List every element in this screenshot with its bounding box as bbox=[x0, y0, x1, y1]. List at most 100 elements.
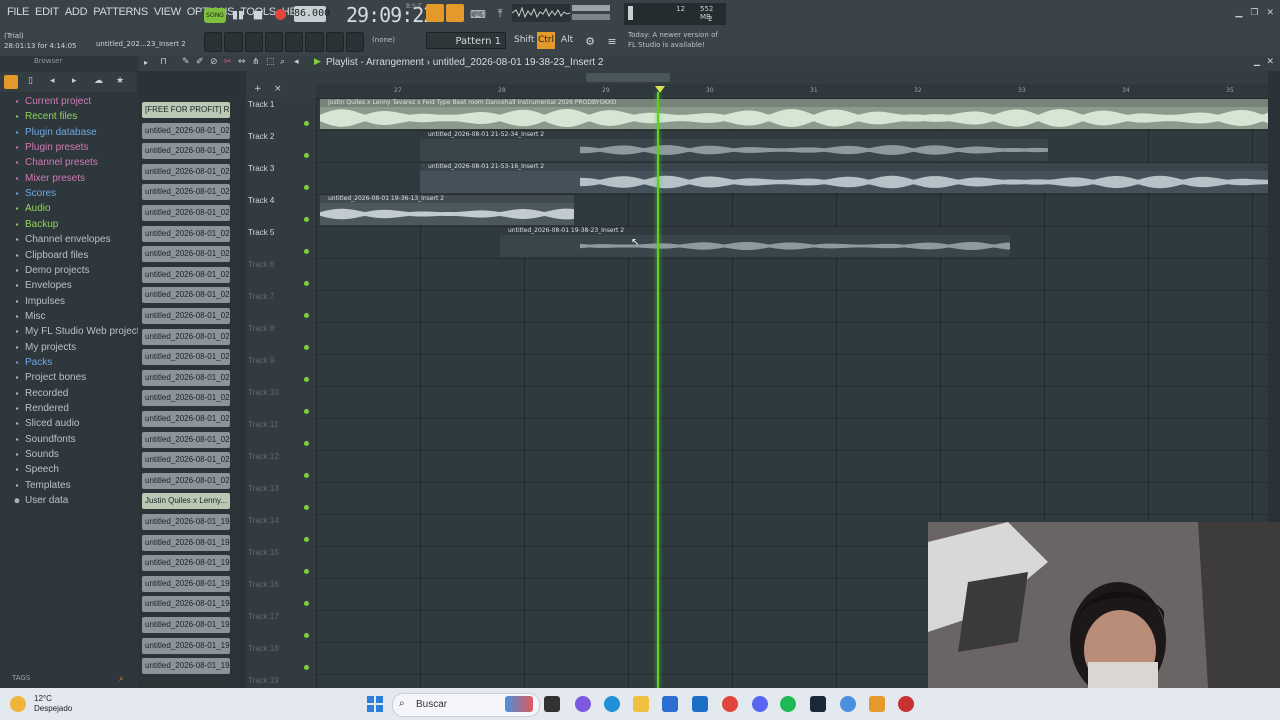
store-icon[interactable] bbox=[662, 696, 678, 712]
countdown-button[interactable] bbox=[446, 4, 464, 22]
channel-button[interactable]: untitled_2026-08-01_19-... bbox=[142, 514, 230, 530]
channel-button[interactable]: untitled_2026-08-01_19-... bbox=[142, 555, 230, 572]
add-track-icon[interactable]: + bbox=[254, 84, 262, 94]
select-tool-icon[interactable]: ⬚ bbox=[266, 57, 275, 67]
playlist-menu-icon[interactable]: ▸ bbox=[144, 58, 148, 67]
playlist-minimize-icon[interactable]: ▁ bbox=[1254, 57, 1260, 66]
outlook-icon[interactable] bbox=[692, 696, 708, 712]
browser-item[interactable]: ▪ Channel presets bbox=[12, 157, 98, 168]
browser-item[interactable]: ▪ Impulses bbox=[12, 296, 65, 307]
playlist-close-icon[interactable]: ✕ bbox=[1266, 57, 1274, 67]
channel-button[interactable]: [FREE FOR PROFIT] R... bbox=[142, 102, 230, 118]
discord-icon[interactable] bbox=[752, 696, 768, 712]
browser-item[interactable]: ▪ Plugin database bbox=[12, 127, 97, 138]
tempo-display[interactable]: 86.000 bbox=[294, 6, 330, 22]
back-icon[interactable]: ◂ bbox=[50, 76, 55, 86]
track-mute-led[interactable] bbox=[304, 633, 309, 638]
channel-button[interactable]: untitled_2026-08-01_02-... bbox=[142, 328, 230, 345]
close-x-icon[interactable]: × bbox=[274, 84, 282, 94]
overview-scroll-handle[interactable] bbox=[586, 73, 670, 82]
track-mute-led[interactable] bbox=[304, 217, 309, 222]
steam-icon[interactable] bbox=[810, 696, 826, 712]
news-panel[interactable]: Today: A newer version of FL Studio is a… bbox=[628, 30, 718, 50]
track-mute-led[interactable] bbox=[304, 377, 309, 382]
chrome-icon[interactable] bbox=[722, 696, 738, 712]
channel-button[interactable]: untitled_2026-08-01_19-... bbox=[142, 617, 230, 633]
track-mute-led[interactable] bbox=[304, 409, 309, 414]
browser-item[interactable]: ▪ Templates bbox=[12, 480, 71, 491]
track-mute-led[interactable] bbox=[304, 121, 309, 126]
browser-menu-icon[interactable] bbox=[4, 75, 18, 89]
settings-icon[interactable]: ⚙ bbox=[580, 32, 600, 50]
channel-button[interactable]: untitled_2026-08-01_19-... bbox=[142, 575, 230, 592]
track-mute-led[interactable] bbox=[304, 153, 309, 158]
channel-button[interactable]: untitled_2026-08-01_19-... bbox=[142, 534, 230, 551]
overview-bar[interactable] bbox=[246, 71, 1268, 84]
audio-clip[interactable]: untitled_2026-08-01 19-36-13_Insert 2 bbox=[320, 195, 574, 225]
track-name[interactable]: Track 3 bbox=[248, 164, 274, 173]
channel-button[interactable]: untitled_2026-08-01_02-... bbox=[142, 472, 230, 489]
task-view-icon[interactable] bbox=[544, 696, 560, 712]
minimize-icon[interactable]: ▁ bbox=[1235, 8, 1242, 18]
browser-item[interactable]: ▪ Mixer presets bbox=[12, 173, 85, 184]
channel-button[interactable]: Justin Quiles x Lenny... bbox=[142, 493, 230, 510]
audio-clip[interactable]: untitled_2026-08-01 21-52-34_Insert 2 bbox=[420, 131, 1048, 161]
track-mute-led[interactable] bbox=[304, 281, 309, 286]
track-mute-led[interactable] bbox=[304, 665, 309, 670]
track-mute-led[interactable] bbox=[304, 441, 309, 446]
piano-roll-icon[interactable] bbox=[224, 32, 243, 52]
weather-icon[interactable] bbox=[10, 696, 26, 712]
channel-button[interactable]: untitled_2026-08-01_19-... bbox=[142, 596, 230, 613]
track-name[interactable]: Track 14 bbox=[248, 516, 279, 525]
audio-clip[interactable]: Justin Quiles x Lenny Tavarez x Feid Typ… bbox=[320, 99, 1268, 129]
track-mute-led[interactable] bbox=[304, 313, 309, 318]
collapse-icon[interactable]: ▯ bbox=[28, 76, 33, 86]
zoom-tool-icon[interactable]: ⌕ bbox=[280, 57, 285, 67]
channel-button[interactable]: untitled_2026-08-01_02-... bbox=[142, 246, 230, 263]
mixer-icon[interactable] bbox=[264, 32, 283, 52]
app-icon[interactable] bbox=[898, 696, 914, 712]
record-button[interactable] bbox=[270, 5, 290, 23]
channel-button[interactable]: untitled_2026-08-01_02-... bbox=[142, 266, 230, 283]
browser-item[interactable]: ▪ My projects bbox=[12, 342, 77, 353]
channel-button[interactable]: untitled_2026-08-01_02-... bbox=[142, 225, 230, 242]
master-pitch-slider[interactable] bbox=[572, 14, 610, 20]
stop-button[interactable]: ■ bbox=[248, 5, 268, 23]
browser-item[interactable]: ▪ Packs bbox=[12, 357, 53, 368]
browser-item[interactable]: ▪ Recent files bbox=[12, 111, 78, 122]
browser-toggle-icon[interactable] bbox=[305, 32, 324, 52]
track-name[interactable]: Track 18 bbox=[248, 644, 279, 653]
track-mute-led[interactable] bbox=[304, 185, 309, 190]
draw-tool-icon[interactable]: ✎ bbox=[182, 57, 190, 67]
track-name[interactable]: Track 12 bbox=[248, 452, 279, 461]
timeline-ruler[interactable]: 27 28 29 30 31 32 33 34 35 bbox=[316, 84, 1268, 98]
channel-button[interactable]: untitled_2026-08-01_19-... bbox=[142, 658, 230, 675]
star-icon[interactable]: ★ bbox=[116, 76, 124, 86]
plugin-icon[interactable]: ▸ bbox=[72, 76, 77, 86]
browser-item[interactable]: ▪ My FL Studio Web projects bbox=[12, 326, 145, 337]
channel-button[interactable]: untitled_2026-08-01_02-... bbox=[142, 143, 230, 160]
track-name[interactable]: Track 17 bbox=[248, 612, 279, 621]
menu-file[interactable]: FILE bbox=[4, 6, 32, 18]
pattern-selector[interactable]: Pattern 1 bbox=[426, 32, 506, 49]
chrome-profile-icon[interactable] bbox=[840, 696, 856, 712]
channel-button[interactable]: untitled_2026-08-01_02-... bbox=[142, 205, 230, 221]
channel-button[interactable]: untitled_2026-08-01_02-... bbox=[142, 369, 230, 386]
browser-item[interactable]: ▪ Demo projects bbox=[12, 265, 90, 276]
browser-item[interactable]: ▪ Envelopes bbox=[12, 280, 72, 291]
audio-clip[interactable]: untitled_2026-08-01 19-38-23_Insert 2 bbox=[500, 227, 1010, 257]
cloud-icon[interactable]: ☁ bbox=[94, 76, 103, 86]
arrow-right-icon[interactable] bbox=[325, 32, 344, 52]
track-mute-led[interactable] bbox=[304, 569, 309, 574]
track-name[interactable]: Track 2 bbox=[248, 132, 274, 141]
play-button[interactable]: ▮▮ bbox=[228, 5, 248, 23]
browser-item[interactable]: ▪ Soundfonts bbox=[12, 434, 76, 445]
browser-item[interactable]: ▪ Recorded bbox=[12, 388, 69, 399]
slice-tool-icon[interactable]: ⋔ bbox=[252, 57, 260, 67]
browser-item[interactable]: ▪ Plugin presets bbox=[12, 142, 89, 153]
menu-add[interactable]: ADD bbox=[62, 6, 90, 18]
audio-clip[interactable]: untitled_2026-08-01 21-53-16_Insert 2 bbox=[420, 163, 1268, 193]
microphone-icon[interactable] bbox=[345, 32, 364, 52]
track-mute-led[interactable] bbox=[304, 345, 309, 350]
ctrl-key-button[interactable]: Ctrl bbox=[537, 32, 555, 49]
